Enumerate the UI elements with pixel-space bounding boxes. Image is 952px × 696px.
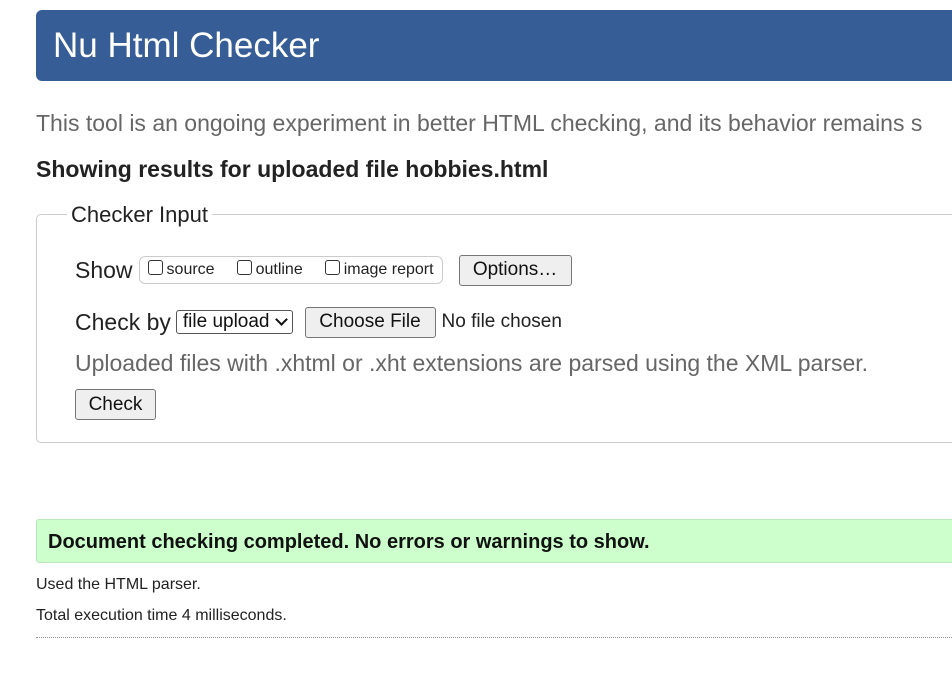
show-outline-option[interactable]: outline — [236, 259, 303, 280]
divider — [36, 637, 952, 638]
parser-used-text: Used the HTML parser. — [36, 576, 201, 593]
check-by-selected-value: file upload — [182, 311, 270, 332]
page-title: Nu Html Checker — [53, 26, 320, 65]
image-report-checkbox-label: image report — [343, 261, 434, 278]
chevron-down-icon — [274, 312, 288, 326]
check-by-select[interactable]: file upload — [175, 310, 293, 334]
execution-time-text: Total execution time 4 milliseconds. — [36, 607, 287, 624]
show-image-report-option[interactable]: image report — [324, 259, 434, 280]
results-heading: Showing results for uploaded file hobbie… — [36, 156, 549, 182]
choose-file-button[interactable]: Choose File — [304, 306, 436, 338]
source-checkbox-label: source — [166, 261, 215, 278]
show-source-option[interactable]: source — [147, 259, 215, 280]
header-banner: Nu Html Checker — [36, 10, 952, 81]
check-by-label: Check by — [75, 309, 171, 335]
page: Nu Html Checker This tool is an ongoing … — [0, 0, 952, 696]
outline-checkbox[interactable] — [236, 259, 252, 275]
success-message: Document checking completed. No errors o… — [48, 531, 650, 553]
no-file-chosen-text: No file chosen — [441, 311, 562, 332]
xml-parser-note: Uploaded files with .xhtml or .xht exten… — [75, 350, 869, 376]
options-button[interactable]: Options… — [458, 254, 572, 286]
source-checkbox[interactable] — [147, 259, 163, 275]
show-label: Show — [75, 257, 133, 283]
image-report-checkbox[interactable] — [324, 259, 340, 275]
success-message-box: Document checking completed. No errors o… — [36, 519, 952, 563]
show-options-group: source outline image report — [138, 256, 443, 284]
intro-text: This tool is an ongoing experiment in be… — [36, 110, 923, 136]
outline-checkbox-label: outline — [255, 261, 303, 278]
checker-input-fieldset: Checker Input Show source outline image … — [36, 201, 952, 443]
show-row: Show source outline image report Options… — [75, 253, 572, 287]
check-by-row: Check by file upload Choose File No file… — [75, 305, 562, 339]
check-button[interactable]: Check — [75, 389, 156, 420]
checker-input-legend: Checker Input — [67, 201, 212, 229]
